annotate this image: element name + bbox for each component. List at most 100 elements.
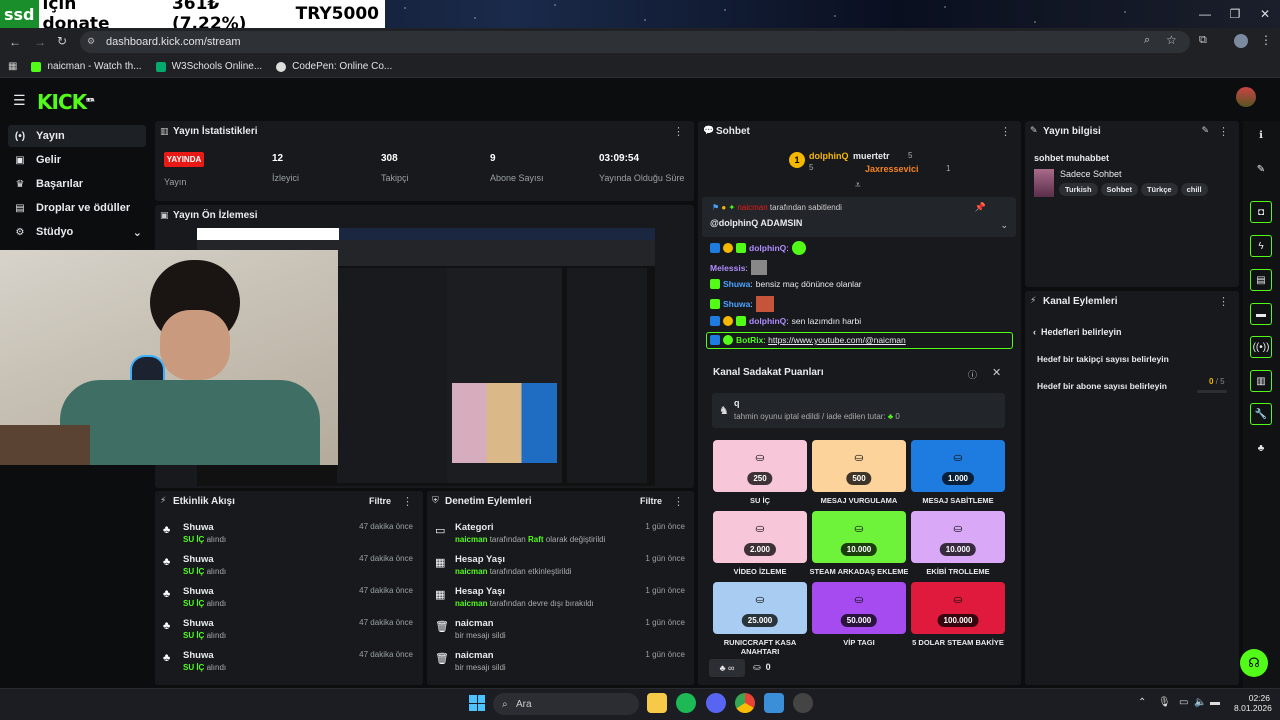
trash-icon: 🗑 bbox=[435, 621, 449, 633]
youtube-link[interactable]: https://www.youtube.com/@naicman bbox=[768, 335, 906, 345]
chat-menu-icon[interactable]: ⋮ bbox=[1000, 125, 1011, 138]
extensions-icon[interactable]: ⧉ bbox=[1199, 34, 1207, 47]
sidebar-item-studyo[interactable]: ⚙ Stüdyo ⌄ bbox=[8, 221, 146, 243]
reward-card-video-izleme[interactable]: ⛀ 2.000 bbox=[713, 511, 807, 563]
trash-icon: 🗑 bbox=[435, 653, 449, 665]
stat-label-uptime: Yayında Olduğu Süre bbox=[599, 173, 685, 183]
obs-icon[interactable] bbox=[793, 693, 813, 713]
emote bbox=[750, 260, 767, 275]
bolt-icon: ⚡ bbox=[160, 495, 167, 505]
forward-icon[interactable]: → bbox=[34, 35, 46, 49]
goal-subscriber-value: 0 / 5 bbox=[1209, 377, 1225, 386]
back-button[interactable]: ‹ Hedefleri belirleyin bbox=[1033, 327, 1122, 337]
channel-actions-menu-icon[interactable]: ⋮ bbox=[1218, 295, 1229, 308]
bookmark-1[interactable]: naicman - Watch th... bbox=[31, 61, 142, 72]
moderation-menu-icon[interactable]: ⋮ bbox=[673, 495, 684, 508]
microphone-icon[interactable]: 🎙 bbox=[1158, 697, 1171, 708]
people-icon[interactable]: ♣ bbox=[1250, 437, 1272, 459]
tray-chevron-icon[interactable]: ⌃ bbox=[1138, 697, 1146, 708]
close-window-button[interactable]: ✕ bbox=[1248, 0, 1280, 28]
reward-card-steam-arkadas[interactable]: ⛀ 10.000 bbox=[812, 511, 906, 563]
goal-follower-item[interactable]: Hedef bir takipçi sayısı belirleyin bbox=[1037, 354, 1169, 364]
activity-menu-icon[interactable]: ⋮ bbox=[402, 495, 413, 508]
reward-card-runiccraft[interactable]: ⛀ 25.000 bbox=[713, 582, 807, 634]
discord-icon[interactable] bbox=[706, 693, 726, 713]
edit-icon[interactable]: ✎ bbox=[1201, 125, 1209, 136]
server-icon[interactable]: ▥ bbox=[1250, 370, 1272, 392]
support-headset-icon[interactable]: ☊ bbox=[1240, 649, 1268, 677]
kick-logo[interactable]: KICKBETA bbox=[37, 90, 94, 114]
document-icon[interactable]: ▤ bbox=[1250, 269, 1272, 291]
stream-info-menu-icon[interactable]: ⋮ bbox=[1218, 125, 1229, 138]
stream-info-panel: ✎ Yayın bilgisi ✎ ⋮ sohbet muhabbet Sade… bbox=[1025, 121, 1239, 287]
broadcast-icon[interactable]: ((•)) bbox=[1250, 336, 1272, 358]
wrench-icon[interactable]: 🔧 bbox=[1250, 403, 1272, 425]
reward-card-mesaj-vurgulama[interactable]: ⛀ 500 bbox=[812, 440, 906, 492]
moderation-row: ▭ Kategori naicman tarafından Raft olara… bbox=[435, 522, 685, 544]
pen-icon[interactable]: ✎ bbox=[1250, 158, 1272, 180]
chat-bubble-icon[interactable]: ▬ bbox=[1250, 303, 1272, 325]
sidebar-item-yayin[interactable]: (•) Yayın bbox=[8, 125, 146, 147]
close-icon[interactable]: ✕ bbox=[992, 366, 1001, 379]
back-icon[interactable]: ← bbox=[9, 35, 21, 49]
network-icon[interactable]: ▭ bbox=[1179, 697, 1188, 708]
zoom-icon[interactable]: ⌕ bbox=[1144, 34, 1150, 47]
reward-card-mesaj-sabitleme[interactable]: ⛀ 1.000 bbox=[911, 440, 1005, 492]
top-gifter-1[interactable]: dolphinQ bbox=[809, 151, 849, 161]
activity-filter-button[interactable]: Filtre bbox=[369, 496, 391, 506]
moderation-row: 🗑 naicman bir mesajı sildi 1 gün önce bbox=[435, 650, 685, 672]
reward-card-su-ic[interactable]: ⛀ 250 bbox=[713, 440, 807, 492]
windows-start-icon[interactable] bbox=[469, 695, 485, 711]
gift-icon: ⛀ bbox=[854, 523, 864, 535]
clock[interactable]: 02:26 8.01.2026 bbox=[1234, 693, 1272, 713]
sidebar-item-gelir[interactable]: ▣ Gelir bbox=[8, 149, 146, 171]
reload-icon[interactable]: ↻ bbox=[57, 34, 67, 48]
reward-card-steam-bakiye[interactable]: ⛀ 100.000 bbox=[911, 582, 1005, 634]
hamburger-menu-icon[interactable]: ☰ bbox=[13, 92, 26, 109]
chevron-down-icon[interactable]: ⌄ bbox=[1000, 220, 1008, 231]
speaker-icon[interactable]: 🔈 bbox=[1194, 697, 1206, 708]
profile-avatar[interactable] bbox=[1234, 34, 1248, 48]
maximize-button[interactable]: ❐ bbox=[1218, 0, 1252, 28]
browser-menu-icon[interactable]: ⋮ bbox=[1260, 33, 1272, 47]
reward-card-ekibi-trolleme[interactable]: ⛀ 10.000 bbox=[911, 511, 1005, 563]
battery-icon[interactable]: ▬ bbox=[1210, 697, 1220, 708]
file-explorer-icon[interactable] bbox=[647, 693, 667, 713]
chrome-icon[interactable] bbox=[735, 693, 755, 713]
sidebar-item-droplar[interactable]: ▤ Droplar ve ödüller bbox=[8, 197, 146, 219]
reward-label: SU İÇ bbox=[749, 496, 770, 505]
chat-message: dolphinQ: sen lazımdın harbi bbox=[710, 316, 861, 326]
bookmark-star-icon[interactable]: ☆ bbox=[1166, 33, 1177, 47]
chat-message: Melessis: bbox=[710, 260, 767, 275]
vscode-icon[interactable] bbox=[764, 693, 784, 713]
taskbar-search[interactable]: ⌕ Ara bbox=[493, 693, 639, 715]
sidebar-item-basarilar[interactable]: ♛ Başarılar bbox=[8, 173, 146, 195]
apps-grid-icon[interactable]: ▦ bbox=[8, 61, 17, 72]
minimize-button[interactable]: — bbox=[1188, 0, 1222, 28]
goal-subscriber-item[interactable]: Hedef bir abone sayısı belirleyin bbox=[1037, 381, 1167, 391]
user-avatar[interactable] bbox=[1236, 87, 1256, 107]
moderation-title: Denetim Eylemleri bbox=[445, 496, 532, 507]
top-gifter-2[interactable]: muertetr bbox=[853, 151, 890, 161]
activity-row: ♣ Shuwa SU İÇ alındı 47 dakika önce bbox=[163, 554, 413, 576]
info-icon[interactable]: ℹ bbox=[1250, 124, 1272, 146]
site-info-icon[interactable]: ⚙ bbox=[87, 36, 95, 47]
gift-icon: ⛀ bbox=[953, 523, 963, 535]
info-icon[interactable]: ⓘ bbox=[968, 368, 977, 381]
lightning-icon[interactable]: ϟ bbox=[1250, 235, 1272, 257]
address-bar[interactable]: dashboard.kick.com/stream bbox=[80, 31, 1190, 53]
moderation-filter-button[interactable]: Filtre bbox=[640, 496, 662, 506]
spotify-icon[interactable] bbox=[676, 693, 696, 713]
trophy-icon: ♛ bbox=[15, 178, 25, 190]
pin-icon[interactable]: 📌 bbox=[975, 202, 986, 213]
bookmark-3[interactable]: CodePen: Online Co... bbox=[276, 61, 392, 72]
stats-menu-icon[interactable]: ⋮ bbox=[673, 125, 684, 138]
infinite-points-button[interactable]: ♣ ∞ bbox=[709, 659, 745, 677]
reward-card-vip-tagi[interactable]: ⛀ 50.000 bbox=[812, 582, 906, 634]
bookmark-2[interactable]: W3Schools Online... bbox=[155, 61, 262, 72]
camera-icon[interactable]: ◘ bbox=[1250, 201, 1272, 223]
expand-gifters-icon[interactable]: ⩡ bbox=[855, 180, 861, 191]
top-gifter-3[interactable]: Jaxressevici bbox=[865, 164, 919, 174]
stream-info-title: Yayın bilgisi bbox=[1043, 126, 1101, 137]
category-thumbnail bbox=[1034, 169, 1054, 197]
